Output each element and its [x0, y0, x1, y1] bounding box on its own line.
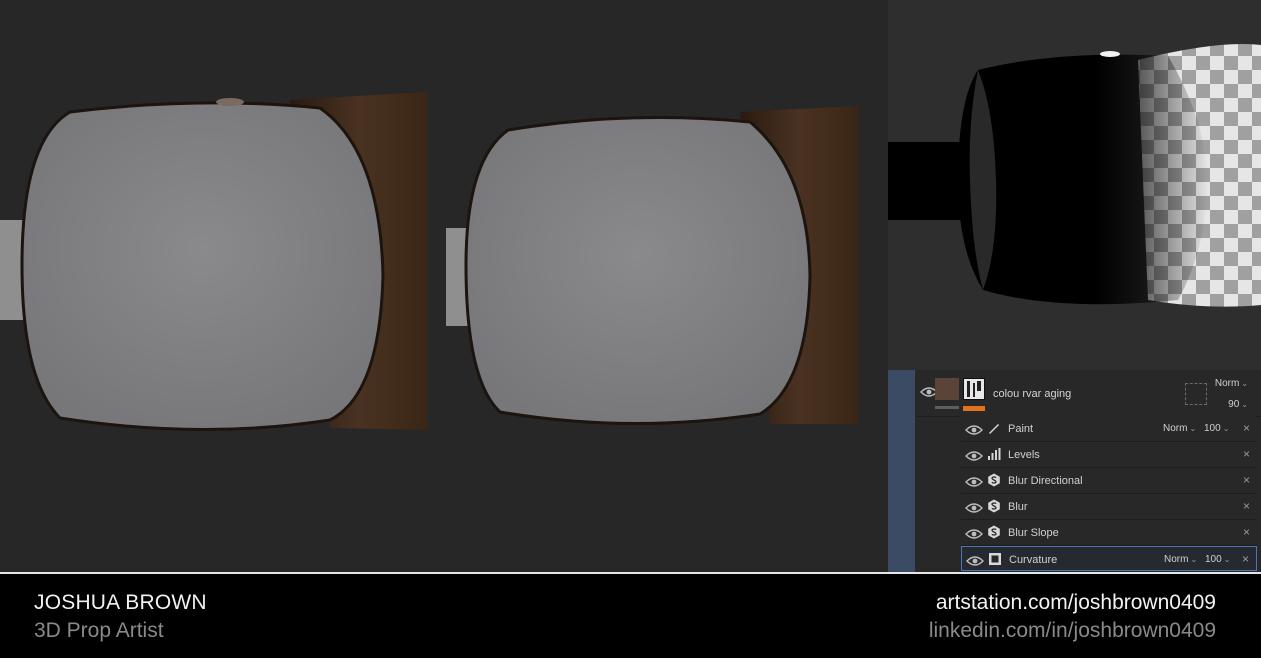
- filter-icon: [987, 473, 1001, 487]
- artist-name: JOSHUA BROWN: [34, 591, 207, 614]
- effect-row-blur-slope[interactable]: Blur Slope ×: [961, 520, 1257, 546]
- visibility-eye-icon[interactable]: [965, 527, 983, 539]
- layer-accent-bar: [963, 406, 985, 411]
- footer-banner: JOSHUA BROWN 3D Prop Artist artstation.c…: [0, 572, 1261, 658]
- chevron-down-icon: ⌄: [1189, 424, 1197, 433]
- layer-thumbnail[interactable]: [963, 378, 985, 400]
- close-icon[interactable]: ×: [1243, 525, 1250, 539]
- effect-label: Paint: [1008, 423, 1034, 435]
- visibility-eye-icon[interactable]: [965, 423, 983, 435]
- effect-row-paint[interactable]: Paint Norm ⌄ 100 ⌄ ×: [961, 416, 1257, 442]
- close-icon[interactable]: ×: [1243, 499, 1250, 513]
- effect-opacity[interactable]: 100 ⌄: [1204, 423, 1229, 434]
- group-blend-label: Norm: [1214, 378, 1240, 389]
- effect-blend-mode[interactable]: Norm ⌄: [1164, 554, 1197, 565]
- visibility-eye-icon[interactable]: [965, 475, 983, 487]
- group-opacity[interactable]: 90 ⌄: [1228, 399, 1248, 410]
- effect-opacity-value: 100: [1204, 423, 1221, 434]
- effect-row-curvature[interactable]: Curvature Norm ⌄ 100 ⌄ ×: [961, 546, 1257, 571]
- effect-label: Blur Slope: [1008, 527, 1059, 539]
- chevron-down-icon: ⌄: [1241, 400, 1248, 409]
- layer-swatch-bar: [935, 406, 959, 409]
- close-icon[interactable]: ×: [1243, 473, 1250, 487]
- linkedin-link[interactable]: linkedin.com/in/joshbrown0409: [929, 619, 1216, 643]
- close-icon[interactable]: ×: [1243, 421, 1250, 435]
- viewport-render: [0, 92, 858, 432]
- effect-label: Blur Directional: [1008, 475, 1083, 487]
- effect-opacity-value: 100: [1205, 554, 1222, 565]
- curvature-preview-viewport[interactable]: [888, 0, 1261, 370]
- prop-right: [446, 106, 858, 426]
- prop-left: [0, 92, 428, 432]
- effect-label: Curvature: [1009, 554, 1058, 566]
- effect-row-blur[interactable]: Blur ×: [961, 494, 1257, 520]
- visibility-eye-icon[interactable]: [965, 501, 983, 513]
- group-blend-mode[interactable]: Norm ⌄: [1215, 378, 1248, 389]
- effect-blend-label: Norm: [1163, 423, 1188, 434]
- visibility-eye-icon[interactable]: [965, 449, 983, 461]
- layer-group-name[interactable]: colou rvar aging: [993, 388, 1071, 400]
- layer-color-swatch[interactable]: [935, 378, 959, 400]
- effect-row-blur-directional[interactable]: Blur Directional ×: [961, 468, 1257, 494]
- chevron-down-icon: ⌄: [1223, 555, 1231, 564]
- effect-blend-label: Norm: [1164, 554, 1189, 565]
- close-icon[interactable]: ×: [1242, 552, 1249, 566]
- filter-icon: [987, 525, 1001, 539]
- layers-panel: colou rvar aging Norm ⌄ 90 ⌄ Paint Norm ⌄ 100…: [888, 370, 1261, 572]
- 3d-viewport[interactable]: [0, 0, 888, 572]
- generator-icon: [988, 552, 1002, 566]
- effect-label: Levels: [1008, 449, 1040, 461]
- layers-panel-strip: [888, 370, 915, 572]
- chevron-down-icon: ⌄: [1241, 379, 1248, 388]
- effect-opacity[interactable]: 100 ⌄: [1205, 554, 1230, 565]
- artist-role: 3D Prop Artist: [34, 619, 164, 642]
- effect-label: Blur: [1008, 501, 1028, 513]
- filter-icon: [987, 499, 1001, 513]
- effect-blend-mode[interactable]: Norm ⌄: [1163, 423, 1196, 434]
- brush-icon: [987, 421, 1001, 435]
- levels-icon: [987, 447, 1001, 461]
- close-icon[interactable]: ×: [1243, 447, 1250, 461]
- effect-row-levels[interactable]: Levels ×: [961, 442, 1257, 468]
- curvature-preview-render: [888, 44, 1261, 307]
- chevron-down-icon: ⌄: [1190, 555, 1198, 564]
- layer-group-row[interactable]: colou rvar aging Norm ⌄ 90 ⌄: [915, 370, 1261, 417]
- visibility-eye-icon[interactable]: [966, 554, 984, 566]
- group-opacity-value: 90: [1228, 399, 1240, 410]
- layer-mask-placeholder[interactable]: [1185, 383, 1207, 405]
- chevron-down-icon: ⌄: [1222, 424, 1230, 433]
- artstation-link[interactable]: artstation.com/joshbrown0409: [936, 591, 1216, 615]
